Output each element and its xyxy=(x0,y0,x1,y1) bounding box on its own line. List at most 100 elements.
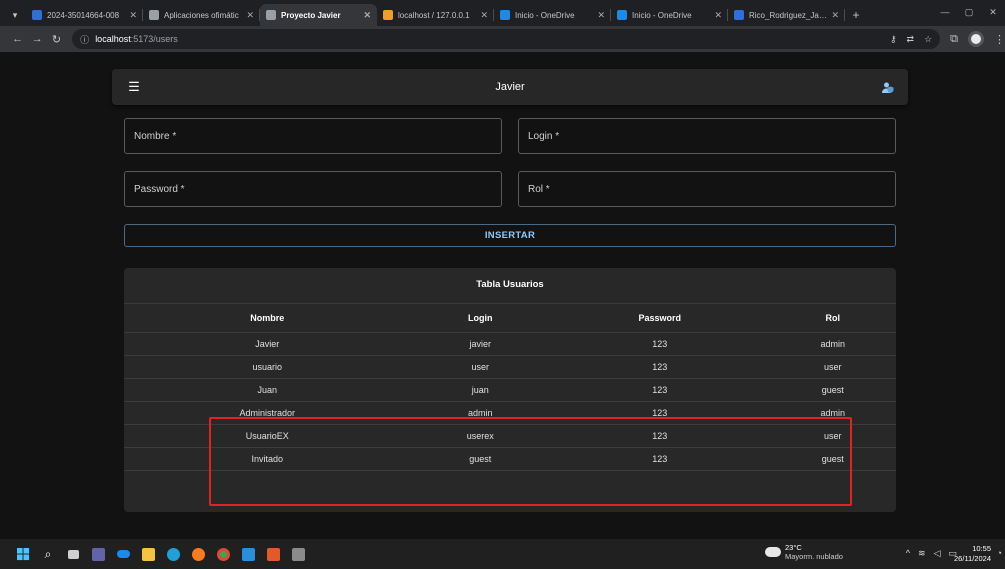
tab-close-icon[interactable]: ✕ xyxy=(831,10,839,21)
tab-title: Inicio - OneDrive xyxy=(632,10,692,20)
login-label: Login * xyxy=(528,130,560,142)
url-path: :5173/users xyxy=(130,34,178,44)
tab-close-icon[interactable]: ✕ xyxy=(480,10,488,21)
back-icon[interactable]: ← xyxy=(8,33,27,45)
tab-favicon-icon xyxy=(617,10,627,20)
app-icon[interactable] xyxy=(287,543,309,565)
table-cell: Juan xyxy=(124,378,411,402)
tab-close-icon[interactable]: ✕ xyxy=(597,10,605,21)
column-header: Login xyxy=(410,304,550,333)
window-controls: — ▢ ✕ xyxy=(933,0,1005,24)
tab-close-icon[interactable]: ✕ xyxy=(129,10,137,21)
nombre-label: Nombre * xyxy=(134,130,177,142)
column-header: Password xyxy=(549,304,770,333)
browser-menu-icon[interactable]: ⋮ xyxy=(994,33,1005,46)
vscode-icon[interactable] xyxy=(237,543,259,565)
clock-date: 26/11/2024 xyxy=(954,554,991,563)
search-icon[interactable]: ⌕ xyxy=(37,543,59,565)
edge-icon[interactable] xyxy=(162,543,184,565)
table-cell: juan xyxy=(410,378,550,402)
table-header-row: Nombre Login Password Rol xyxy=(124,304,896,333)
table-cell: user xyxy=(769,355,896,379)
onedrive-icon[interactable] xyxy=(112,543,134,565)
weather-desc: Mayorm. nublado xyxy=(785,552,843,561)
table-cell: Javier xyxy=(124,332,411,356)
rol-label: Rol * xyxy=(528,183,550,195)
profile-avatar[interactable] xyxy=(968,31,985,47)
tab-favicon-icon xyxy=(32,10,42,20)
address-bar[interactable]: ⓘ localhost:5173/users ⚷ ⇄ ☆ xyxy=(72,29,941,49)
minimize-icon[interactable]: — xyxy=(933,0,957,24)
table-cell: 123 xyxy=(549,355,770,379)
url-host: localhost xyxy=(95,34,131,44)
site-info-icon[interactable]: ⓘ xyxy=(80,33,89,46)
browser-tab-strip: ▾ 2024-35014664-008 ✕ Aplicaciones ofimáti… xyxy=(0,0,1005,26)
table-row: usuario user 123 user xyxy=(124,355,896,379)
system-tray: ^ ≋ ◁ ▭ xyxy=(906,548,957,559)
volume-icon[interactable]: ◁ xyxy=(934,548,941,559)
tab-title: Proyecto Javier xyxy=(281,10,341,20)
tab-favicon-icon xyxy=(149,10,159,20)
tab-separator xyxy=(844,9,845,21)
maximize-icon[interactable]: ▢ xyxy=(957,0,981,24)
windows-start-icon[interactable] xyxy=(12,543,34,565)
reload-icon[interactable]: ↻ xyxy=(47,33,66,46)
tab-title: localhost / 127.0.0.1 xyxy=(398,10,470,20)
close-window-icon[interactable]: ✕ xyxy=(981,0,1005,24)
insertar-button[interactable]: INSERTAR xyxy=(124,224,896,247)
tab-favicon-icon xyxy=(500,10,510,20)
tab-close-icon[interactable]: ✕ xyxy=(363,10,371,21)
translate-icon[interactable]: ⇄ xyxy=(907,34,915,45)
password-field[interactable]: Password * xyxy=(124,171,502,207)
browser-tab[interactable]: localhost / 127.0.0.1 ✕ xyxy=(377,4,494,26)
user-shield-icon[interactable] xyxy=(882,81,894,93)
browser-tab[interactable]: Rico_Rodriguez_Javie ✕ xyxy=(728,4,845,26)
tab-title: 2024-35014664-008 xyxy=(47,10,120,20)
forward-icon[interactable]: → xyxy=(27,33,46,45)
file-explorer-icon[interactable] xyxy=(137,543,159,565)
page-content: ☰ Javier Nombre * Login * Password * Rol… xyxy=(0,52,1005,539)
password-label: Password * xyxy=(134,183,185,195)
tab-close-icon[interactable]: ✕ xyxy=(714,10,722,21)
nombre-field[interactable]: Nombre * xyxy=(124,118,502,154)
weather-widget[interactable]: 23°C Mayorm. nublado xyxy=(765,543,843,561)
browser-tab[interactable]: Aplicaciones ofimátic ✕ xyxy=(143,4,260,26)
chrome-icon[interactable] xyxy=(212,543,234,565)
firefox-icon[interactable] xyxy=(187,543,209,565)
table-cell: 123 xyxy=(549,378,770,402)
rol-field[interactable]: Rol * xyxy=(518,171,896,207)
app-title: Javier xyxy=(495,81,525,93)
notification-bell-icon[interactable]: ◔ xyxy=(997,548,1002,558)
new-tab-button[interactable]: + xyxy=(845,4,867,26)
browser-tab[interactable]: 2024-35014664-008 ✕ xyxy=(26,4,143,26)
browser-toolbar: ← → ↻ ⓘ localhost:5173/users ⚷ ⇄ ☆ ⧉ ⋮ xyxy=(0,26,1005,52)
tab-title: Rico_Rodriguez_Javie xyxy=(749,10,828,20)
clock[interactable]: 10:55 26/11/2024 xyxy=(954,544,991,564)
table-cell: guest xyxy=(769,378,896,402)
table-cell: user xyxy=(410,355,550,379)
browser-tab[interactable]: Inicio - OneDrive ✕ xyxy=(611,4,728,26)
browser-tab[interactable]: Proyecto Javier ✕ xyxy=(260,4,377,26)
browser-tab[interactable]: Inicio - OneDrive ✕ xyxy=(494,4,611,26)
table-cell: usuario xyxy=(124,355,411,379)
teams-icon[interactable] xyxy=(87,543,109,565)
task-view-icon[interactable] xyxy=(62,543,84,565)
cloud-icon xyxy=(765,547,781,557)
tab-title: Aplicaciones ofimátic xyxy=(164,10,239,20)
tab-search-chevron-icon[interactable]: ▾ xyxy=(4,4,26,26)
tab-favicon-icon xyxy=(266,10,276,20)
extensions-icon[interactable]: ⧉ xyxy=(950,33,958,46)
clock-time: 10:55 xyxy=(972,544,991,553)
password-key-icon[interactable]: ⚷ xyxy=(890,34,897,45)
table-cell: admin xyxy=(769,332,896,356)
table-cell: javier xyxy=(410,332,550,356)
windows-taskbar: ⌕ 23°C Mayorm. nublado ^ ≋ ◁ ▭ 10:55 26/… xyxy=(0,539,1005,569)
chevron-up-icon[interactable]: ^ xyxy=(906,548,910,559)
wifi-icon[interactable]: ≋ xyxy=(918,548,926,559)
bookmark-star-icon[interactable]: ☆ xyxy=(924,34,932,45)
tab-close-icon[interactable]: ✕ xyxy=(246,10,254,21)
login-field[interactable]: Login * xyxy=(518,118,896,154)
tab-list: 2024-35014664-008 ✕ Aplicaciones ofimátic ✕… xyxy=(26,4,845,26)
xampp-icon[interactable] xyxy=(262,543,284,565)
table-row: Juan juan 123 guest xyxy=(124,378,896,402)
